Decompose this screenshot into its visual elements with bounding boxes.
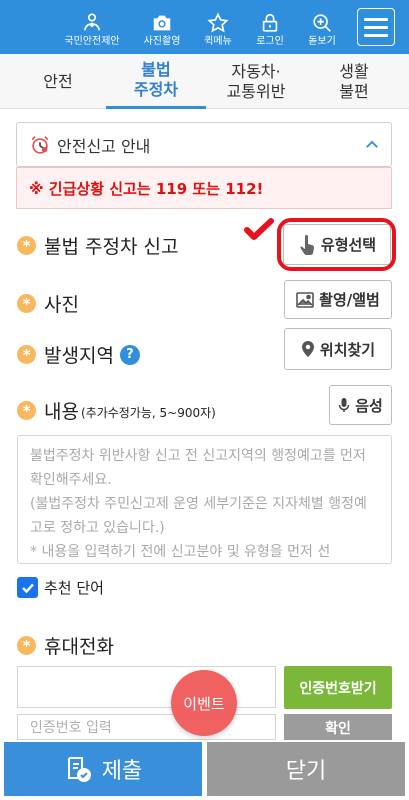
event-button[interactable]: 이벤트 <box>171 670 237 736</box>
emergency-text: ※ 긴급상황 신고는 119 또는 112! <box>29 179 264 198</box>
tab-label-line1: 자동차· <box>231 61 281 81</box>
star-icon <box>207 12 229 33</box>
event-label: 이벤트 <box>183 694 225 713</box>
top-header: 국민안전제안 사진촬영 퀵메뉴 로그인 돋보기 <box>0 0 409 54</box>
safety-notice-dropdown[interactable]: 안전신고 안내 <box>16 122 392 167</box>
find-location-button[interactable]: 위치찾기 <box>284 328 392 370</box>
nav-quickmenu[interactable]: 퀵메뉴 <box>197 0 239 54</box>
nav-label: 사진촬영 <box>143 36 181 47</box>
nav-label: 로그인 <box>256 36 284 47</box>
location-label: * 발생지역 ? <box>17 341 140 368</box>
nav-label: 퀵메뉴 <box>204 36 232 47</box>
nav-login[interactable]: 로그인 <box>249 0 291 54</box>
recommend-checkbox[interactable] <box>17 577 38 598</box>
request-auth-button[interactable]: 인증번호받기 <box>284 666 392 709</box>
report-type-label: * 불법 주정차 신고 <box>17 232 178 259</box>
submit-button[interactable]: 제출 <box>4 742 202 796</box>
camera-icon <box>153 15 171 31</box>
recommend-words-row[interactable]: 추천 단어 <box>17 577 104 598</box>
nav-label: 국민안전제안 <box>64 36 120 47</box>
content-hint: (추가수정가능, 5~900자) <box>80 406 216 420</box>
submit-label: 제출 <box>101 759 143 784</box>
nav-label: 돋보기 <box>308 36 336 47</box>
content-label: * 내용 (추가수정가능, 5~900자) <box>17 397 216 424</box>
document-check-icon <box>67 757 91 782</box>
tab-label: 안전 <box>43 71 73 91</box>
photo-label: * 사진 <box>17 290 79 317</box>
notice-title: 안전신고 안내 <box>57 136 151 156</box>
asterisk-icon: * <box>17 401 36 420</box>
asterisk-icon: * <box>17 294 36 313</box>
map-pin-icon <box>301 341 314 357</box>
content-textarea[interactable]: 불법주정차 위반사항 신고 전 신고지역의 행정예고를 먼저 확인해주세요. (… <box>17 435 392 564</box>
close-button[interactable]: 닫기 <box>207 742 405 796</box>
nav-camera[interactable]: 사진촬영 <box>137 0 187 54</box>
confirm-auth-button[interactable]: 확인 <box>284 714 392 740</box>
tab-safety[interactable]: 안전 <box>12 54 104 109</box>
auth-code-placeholder: 인증번호 입력 <box>30 720 112 736</box>
location-text: 발생지역 <box>44 345 114 367</box>
category-tabs: 안전 불법 주정차 자동차· 교통위반 생활 불편 <box>0 54 409 109</box>
phone-input[interactable] <box>17 666 276 708</box>
tab-label-line1: 생활 <box>339 61 369 81</box>
tab-label-line2: 주정차 <box>133 80 179 99</box>
tab-traffic-violation[interactable]: 자동차· 교통위반 <box>210 54 302 109</box>
person-heart-icon <box>83 13 101 31</box>
confirm-auth-label: 확인 <box>325 721 351 737</box>
voice-label: 음성 <box>355 396 383 415</box>
lock-icon <box>262 13 278 32</box>
nav-safety-proposal[interactable]: 국민안전제안 <box>58 0 126 54</box>
tab-label-line1: 불법 <box>141 60 171 79</box>
highlight-ring <box>277 218 396 271</box>
nav-magnifier[interactable]: 돋보기 <box>301 0 343 54</box>
hamburger-icon[interactable] <box>357 8 395 46</box>
photo-album-label: 촬영/앨범 <box>319 291 380 309</box>
content-text: 내용 <box>44 401 79 423</box>
asterisk-icon: * <box>17 236 36 255</box>
emergency-notice: ※ 긴급상황 신고는 119 또는 112! <box>16 167 392 209</box>
microphone-icon <box>338 397 350 412</box>
zoom-plus-icon <box>313 14 331 32</box>
report-type-text: 불법 주정차 신고 <box>44 236 179 258</box>
phone-text: 휴대전화 <box>44 636 114 658</box>
close-label: 닫기 <box>285 759 327 784</box>
bottom-action-bar: 제출 닫기 <box>0 740 409 800</box>
phone-label: * 휴대전화 <box>17 632 114 659</box>
asterisk-icon: * <box>17 636 36 655</box>
tab-label-line2: 교통위반 <box>226 81 286 101</box>
tab-label-line2: 불편 <box>339 81 369 101</box>
help-icon[interactable]: ? <box>119 344 140 365</box>
checkmark-icon <box>244 218 274 240</box>
tab-daily-inconvenience[interactable]: 생활 불편 <box>308 54 400 109</box>
image-icon <box>296 291 314 308</box>
request-auth-label: 인증번호받기 <box>299 680 377 697</box>
asterisk-icon: * <box>17 345 36 364</box>
alarm-clock-icon <box>31 135 49 154</box>
chevron-up-icon <box>366 140 378 148</box>
photo-album-button[interactable]: 촬영/앨범 <box>284 280 392 319</box>
photo-text: 사진 <box>44 294 79 316</box>
find-location-label: 위치찾기 <box>319 340 376 359</box>
voice-input-button[interactable]: 음성 <box>329 385 392 425</box>
auth-code-input[interactable]: 인증번호 입력 <box>17 714 276 740</box>
check-icon <box>21 583 34 593</box>
recommend-label: 추천 단어 <box>44 579 104 597</box>
tab-illegal-parking[interactable]: 불법 주정차 <box>106 54 206 109</box>
